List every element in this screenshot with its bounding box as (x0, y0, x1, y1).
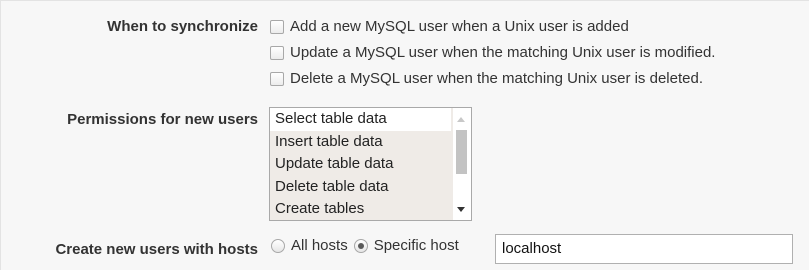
sync-option-add[interactable]: Add a new MySQL user when a Unix user is… (270, 18, 629, 35)
permission-option[interactable]: Select table data (270, 108, 451, 131)
scroll-down-icon[interactable] (457, 207, 465, 212)
permissions-listbox[interactable]: Select table data Insert table data Upda… (269, 107, 472, 221)
sync-option-delete[interactable]: Delete a MySQL user when the matching Un… (270, 70, 703, 87)
scroll-up-icon[interactable] (457, 117, 465, 122)
permission-option[interactable]: Delete table data (270, 176, 451, 199)
sync-delete-label: Delete a MySQL user when the matching Un… (290, 70, 703, 87)
hosts-radio-group: All hosts Specific host (271, 237, 463, 254)
sync-add-checkbox[interactable] (270, 19, 284, 34)
specific-host-radio[interactable] (353, 238, 368, 253)
mysql-sync-settings-panel: When to synchronize Add a new MySQL user… (0, 0, 809, 270)
hosts-label: Create new users with hosts (55, 241, 258, 258)
sync-update-label: Update a MySQL user when the matching Un… (290, 44, 716, 61)
permission-option[interactable]: Create tables (270, 198, 451, 220)
all-hosts-label: All hosts (291, 237, 348, 254)
specific-host-label: Specific host (373, 237, 459, 254)
permission-option[interactable]: Update table data (270, 153, 451, 176)
permissions-label: Permissions for new users (67, 111, 258, 128)
sync-option-update[interactable]: Update a MySQL user when the matching Un… (270, 44, 715, 61)
all-hosts-radio[interactable] (271, 238, 285, 253)
sync-label: When to synchronize (107, 18, 258, 35)
scroll-thumb[interactable] (456, 130, 467, 174)
sync-update-checkbox[interactable] (270, 45, 284, 60)
permissions-scrollbar[interactable] (453, 108, 471, 220)
sync-delete-checkbox[interactable] (270, 71, 284, 86)
permission-option[interactable]: Insert table data (270, 131, 451, 154)
specific-host-input[interactable]: localhost (495, 234, 793, 264)
sync-add-label: Add a new MySQL user when a Unix user is… (290, 18, 629, 35)
